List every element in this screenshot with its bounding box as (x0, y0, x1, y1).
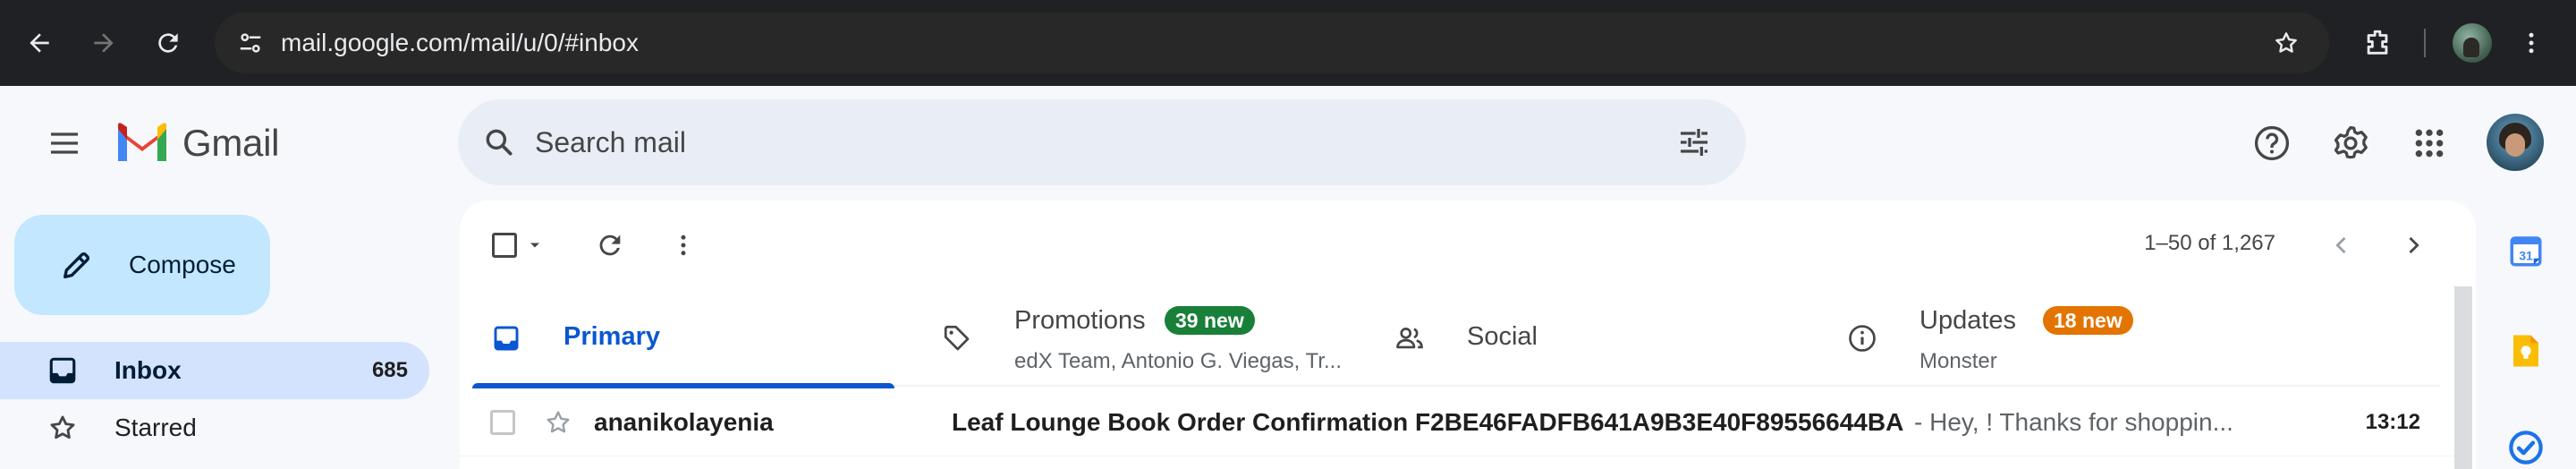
email-row[interactable]: ananikolayenia Leaf Lounge Book Order Co… (460, 388, 2463, 456)
profile-avatar[interactable] (2449, 20, 2496, 66)
email-subject: Leaf Lounge Book Order Confirmation F2BE… (952, 408, 1904, 436)
browser-toolbar: mail.google.com/mail/u/0/#inbox (0, 0, 2576, 86)
tasks-icon[interactable] (2504, 426, 2547, 469)
sidebar-item-label: Starred (114, 414, 197, 441)
more-vert-icon[interactable] (2513, 20, 2549, 66)
bookmark-star-icon[interactable] (2268, 25, 2304, 61)
select-dropdown-icon[interactable] (522, 220, 547, 270)
inbox-icon (47, 354, 79, 387)
info-icon (1846, 322, 1878, 354)
gmail-wordmark: Gmail (182, 122, 280, 164)
tab-updates[interactable]: Updates 18 new Monster (1828, 290, 2275, 387)
address-bar[interactable]: mail.google.com/mail/u/0/#inbox (215, 13, 2329, 73)
reload-icon[interactable] (148, 23, 188, 63)
sidebar-item-inbox[interactable]: Inbox 685 (0, 342, 429, 399)
search-bar[interactable] (458, 99, 1746, 185)
compose-label: Compose (129, 251, 236, 278)
tag-icon (941, 322, 973, 354)
new-count-badge: 18 new (2043, 306, 2133, 335)
sidebar-item-starred[interactable]: Starred (0, 399, 429, 456)
tab-label: Updates (1919, 306, 2017, 335)
back-arrow-icon[interactable] (20, 23, 59, 63)
site-info-icon[interactable] (231, 23, 270, 63)
compose-button[interactable]: Compose (14, 215, 270, 315)
tab-social[interactable]: Social (1376, 290, 1823, 387)
extensions-icon[interactable] (2354, 20, 2401, 66)
sidebar-item-label: Inbox (114, 356, 182, 384)
inbox-tab-icon (490, 322, 522, 354)
settings-icon[interactable] (2326, 118, 2376, 168)
select-checkbox[interactable] (488, 220, 521, 270)
email-snippet: - Hey, ! Thanks for shoppin... (1914, 408, 2233, 436)
apps-grid-icon[interactable] (2404, 118, 2454, 168)
new-count-badge: 39 new (1165, 306, 1255, 335)
star-icon (47, 412, 79, 444)
toolbar-divider (2424, 29, 2426, 57)
inbox-panel: 1–50 of 1,267 Primary Promotions 39 new … (460, 200, 2476, 469)
tab-label: Primary (564, 322, 661, 351)
scrollbar[interactable] (2454, 286, 2472, 469)
svg-text:31: 31 (2519, 249, 2533, 263)
next-page-icon[interactable] (2388, 220, 2438, 270)
menu-icon[interactable] (41, 120, 88, 166)
account-avatar[interactable] (2487, 114, 2544, 171)
refresh-icon[interactable] (585, 220, 635, 270)
search-icon[interactable] (479, 123, 519, 162)
more-vert-icon[interactable] (658, 220, 708, 270)
star-toggle-icon[interactable] (542, 406, 574, 439)
forward-arrow-icon[interactable] (84, 23, 123, 63)
pagination-text: 1–50 of 1,267 (2144, 231, 2275, 255)
category-tabs: Primary Promotions 39 new edX Team, Anto… (472, 290, 2440, 388)
email-time: 13:12 (2365, 410, 2420, 434)
tab-label: Social (1467, 322, 1538, 351)
people-icon (1394, 322, 1426, 354)
email-sender: ananikolayenia (594, 408, 774, 436)
prev-page-icon[interactable] (2317, 220, 2367, 270)
tab-senders-preview: Monster (1919, 349, 1997, 373)
help-icon[interactable] (2247, 118, 2297, 168)
tab-label: Promotions (1014, 306, 1146, 335)
keep-icon[interactable] (2504, 329, 2547, 372)
gmail-logo[interactable]: Gmail (114, 118, 279, 168)
tab-senders-preview: edX Team, Antonio G. Viegas, Tr... (1014, 349, 1342, 373)
search-options-icon[interactable] (1674, 123, 1714, 162)
tab-primary[interactable]: Primary (472, 290, 894, 388)
tab-promotions[interactable]: Promotions 39 new edX Team, Antonio G. V… (923, 290, 1370, 387)
row-checkbox[interactable] (490, 410, 515, 435)
gmail-m-icon (118, 123, 166, 161)
pencil-icon (57, 245, 97, 285)
unread-count: 685 (371, 358, 408, 382)
url-text[interactable]: mail.google.com/mail/u/0/#inbox (281, 13, 639, 73)
search-input[interactable] (535, 117, 1519, 167)
calendar-icon[interactable]: 31 (2504, 229, 2547, 272)
